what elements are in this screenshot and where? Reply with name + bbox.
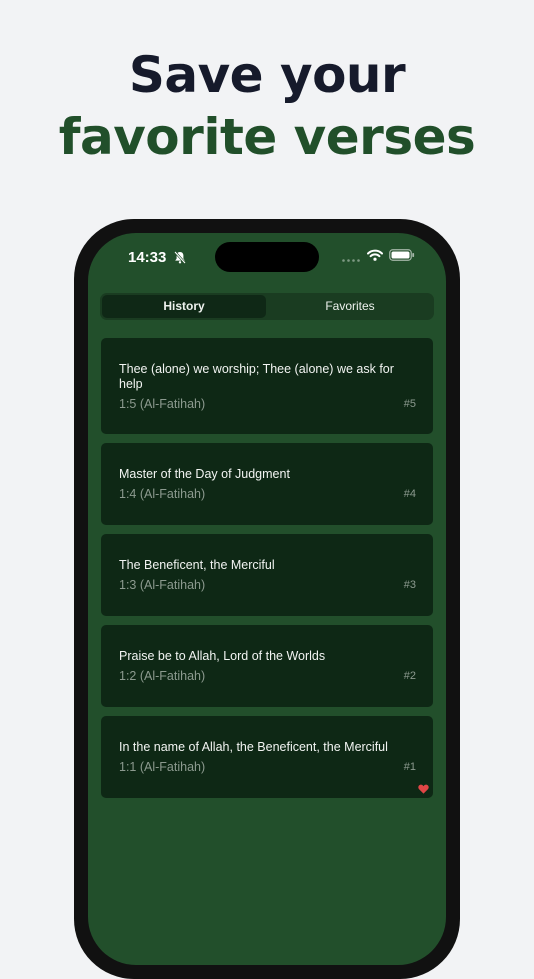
verse-text: Thee (alone) we worship; Thee (alone) we… [119,362,394,391]
verse-number: #5 [403,398,416,410]
verse-card[interactable]: In the name of Allah, the Beneficent, th… [101,716,433,798]
verse-text: Praise be to Allah, Lord of the Worlds [119,649,326,663]
verse-card[interactable]: Master of the Day of Judgment 1:4 (Al-Fa… [101,443,433,525]
verse-number: #4 [403,488,416,500]
verse-card[interactable]: The Beneficent, the Merciful 1:3 (Al-Fat… [101,534,433,616]
status-time: 14:33 [128,249,167,266]
bell-slash-icon [174,251,186,264]
phone-screen: 14:33 History Favorites Thee (alone) we … [88,233,446,965]
dynamic-island [215,242,319,272]
wifi-icon [367,249,383,261]
verse-number: #2 [403,670,416,682]
headline-line-1: Save your [128,46,406,104]
verse-text: The Beneficent, the Merciful [119,558,275,572]
heart-icon[interactable] [418,784,429,794]
battery-icon [389,249,415,261]
phone-frame: 14:33 History Favorites Thee (alone) we … [74,219,460,979]
verse-number: #1 [403,761,416,773]
verse-reference: 1:4 (Al-Fatihah) [119,487,206,501]
headline-line-2: favorite verses [58,108,476,166]
verse-reference: 1:1 (Al-Fatihah) [119,760,206,774]
verse-number: #3 [403,579,416,591]
tab-history[interactable]: History [102,295,266,318]
verse-text: Master of the Day of Judgment [119,467,290,481]
signal-dots-icon [342,259,360,262]
verse-reference: 1:5 (Al-Fatihah) [119,397,206,411]
verse-reference: 1:2 (Al-Fatihah) [119,669,206,683]
segmented-control: History Favorites [100,293,434,320]
verse-card[interactable]: Praise be to Allah, Lord of the Worlds 1… [101,625,433,707]
verse-card[interactable]: Thee (alone) we worship; Thee (alone) we… [101,338,433,434]
verse-text: In the name of Allah, the Beneficent, th… [119,740,388,754]
verse-reference: 1:3 (Al-Fatihah) [119,578,206,592]
tab-favorites[interactable]: Favorites [268,295,432,318]
